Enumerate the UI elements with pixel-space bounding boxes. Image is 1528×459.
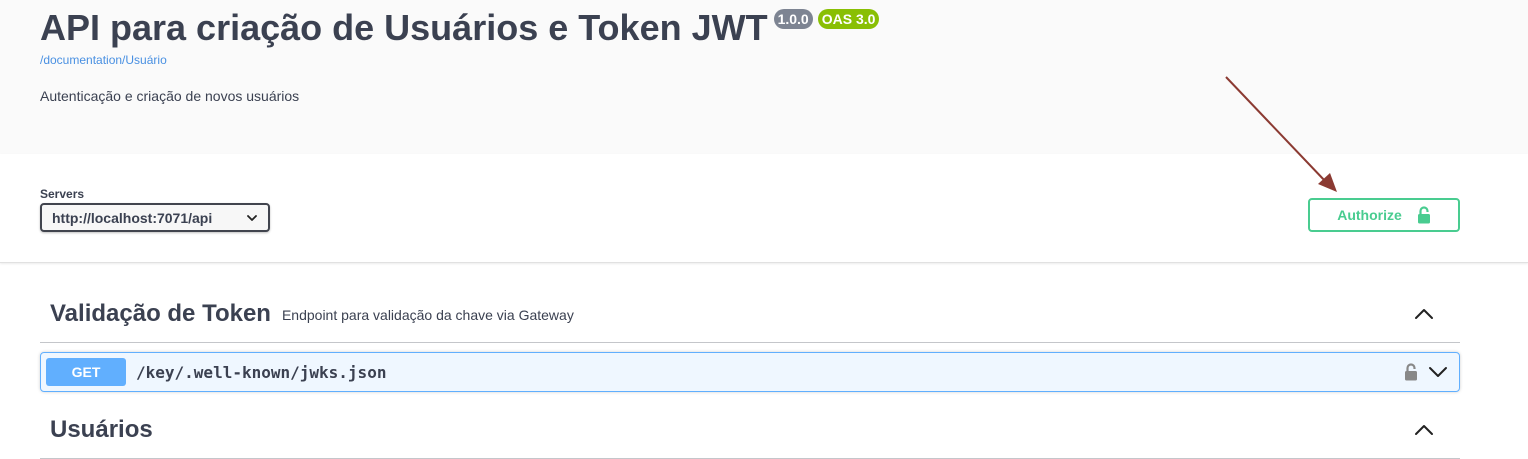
chevron-down-icon xyxy=(247,214,257,221)
documentation-link[interactable]: /documentation/Usuário xyxy=(40,53,167,67)
authorize-label: Authorize xyxy=(1337,207,1402,223)
servers-select[interactable]: http://localhost:7071/api xyxy=(40,203,270,232)
servers-selected-value: http://localhost:7071/api xyxy=(52,209,213,226)
version-badge: 1.0.0 xyxy=(773,9,813,29)
tag-name: Usuários xyxy=(50,415,153,443)
chevron-up-icon[interactable] xyxy=(1414,305,1434,323)
annotation-arrow xyxy=(1225,76,1337,192)
tag-section-validacao-token: Validação de Token Endpoint para validaç… xyxy=(40,285,1460,343)
operation-get-jwks[interactable]: GET /key/.well-known/jwks.json xyxy=(40,352,1460,392)
servers-label: Servers xyxy=(40,187,85,201)
page-title: API para criação de Usuários e Token JWT xyxy=(40,7,768,48)
unlock-icon[interactable] xyxy=(1404,363,1418,381)
chevron-up-icon[interactable] xyxy=(1414,421,1434,439)
tag-description: Endpoint para validação da chave via Gat… xyxy=(281,306,574,323)
chevron-down-icon[interactable] xyxy=(1428,365,1448,379)
tag-header-validacao-token[interactable]: Validação de Token Endpoint para validaç… xyxy=(40,285,1460,343)
title-row: API para criação de Usuários e Token JWT… xyxy=(40,6,880,50)
tag-section-usuarios: Usuários xyxy=(40,401,1460,459)
tag-name: Validação de Token xyxy=(50,299,271,327)
unlock-icon xyxy=(1417,206,1430,224)
api-description: Autenticação e criação de novos usuários xyxy=(40,88,300,104)
operation-path: /key/.well-known/jwks.json xyxy=(136,362,387,382)
method-badge: GET xyxy=(46,358,126,386)
authorize-button[interactable]: Authorize xyxy=(1308,198,1460,232)
oas-badge: OAS 3.0 xyxy=(817,9,880,29)
tag-header-usuarios[interactable]: Usuários xyxy=(40,401,1460,459)
